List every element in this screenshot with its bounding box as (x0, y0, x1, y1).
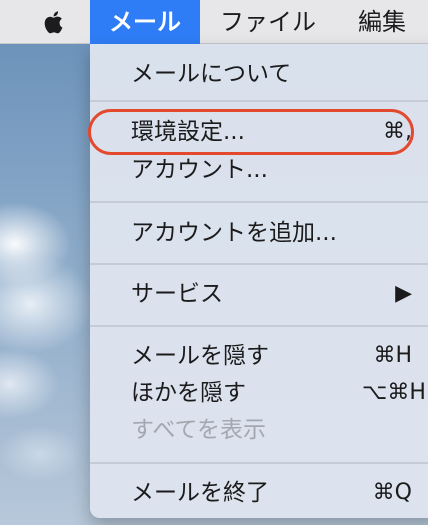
menu-item-label: サービス (131, 281, 223, 307)
menu-item-label: すべてを表示 (131, 417, 267, 443)
menu-separator (90, 325, 428, 327)
menu-item-shortcut: ⌘Q (372, 480, 412, 505)
menu-item-shortcut: ⌘H (373, 343, 412, 368)
menu-item-add-account[interactable]: アカウントを追加... (90, 213, 428, 253)
menu-item-hide-others[interactable]: ほかを隠す ⌥⌘H (90, 373, 428, 413)
apple-menu[interactable] (40, 0, 68, 44)
menu-separator (90, 462, 428, 464)
menu-item-about-mail[interactable]: メールについて (90, 54, 428, 94)
menu-item-label: メールについて (131, 61, 292, 87)
menu-item-label: アカウント... (131, 157, 268, 183)
menu-item-label: アカウントを追加... (131, 220, 337, 246)
menu-item-label: ほかを隠す (131, 380, 246, 406)
menu-item-quit-mail[interactable]: メールを終了 ⌘Q (90, 473, 428, 513)
menu-item-show-all: すべてを表示 (90, 410, 428, 450)
mail-menu[interactable]: メール (90, 0, 200, 44)
menu-item-label: メールを終了 (131, 480, 269, 506)
menu-bar: メール ファイル 編集 (0, 0, 428, 44)
menu-item-shortcut: ⌥⌘H (362, 380, 426, 405)
menu-item-label: メールを隠す (131, 343, 269, 369)
edit-menu[interactable]: 編集 (358, 0, 406, 44)
menu-separator (90, 201, 428, 203)
menu-item-services[interactable]: サービス ▶ (90, 274, 428, 314)
submenu-arrow-icon: ▶ (395, 281, 412, 306)
menu-item-accounts[interactable]: アカウント... (90, 150, 428, 190)
file-menu[interactable]: ファイル (220, 0, 316, 44)
menu-separator (90, 100, 428, 102)
apple-icon (44, 11, 63, 34)
menu-separator (90, 263, 428, 265)
menu-item-hide-mail[interactable]: メールを隠す ⌘H (90, 336, 428, 376)
highlight-annotation (88, 109, 414, 155)
